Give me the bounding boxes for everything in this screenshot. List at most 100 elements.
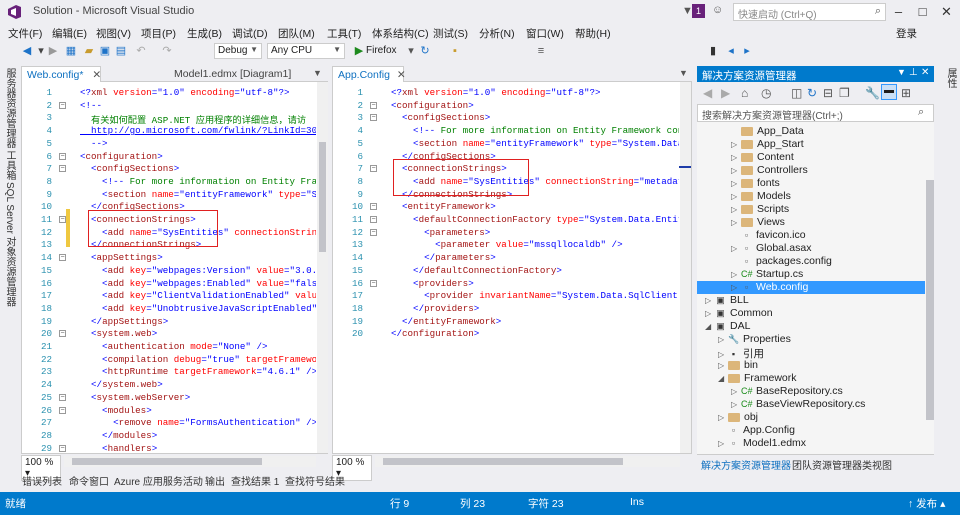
fold-toggle-icon[interactable]: − (370, 114, 377, 122)
menu-view[interactable]: 视图(V) (96, 26, 131, 41)
code-line[interactable]: <section name="entityFramework" type="Sy… (80, 189, 316, 200)
refresh-icon[interactable]: ↻ (418, 44, 432, 58)
menu-help[interactable]: 帮助(H) (575, 26, 611, 41)
expand-arrow-icon[interactable]: ▷ (718, 361, 728, 370)
code-line[interactable]: <defaultConnectionFactory type="System.D… (391, 214, 679, 225)
tab-web-config[interactable]: Web.config* ✕ (21, 66, 101, 82)
next-bookmark-icon[interactable]: ▸ (740, 44, 754, 58)
expand-arrow-icon[interactable]: ▷ (731, 192, 741, 201)
prev-bookmark-icon[interactable]: ◂ (724, 44, 738, 58)
undo-icon[interactable]: ↶ (134, 44, 148, 58)
code-line[interactable]: <configuration> (80, 151, 163, 162)
menu-tools[interactable]: 工具(T) (327, 26, 361, 41)
code-line[interactable]: <add key="ClientValidationEnabled" value… (80, 290, 316, 301)
code-line[interactable]: <entityFramework> (391, 201, 496, 212)
bookmark-icon[interactable]: ▮ (706, 44, 720, 58)
code-line[interactable]: <add key="webpages:Version" value="3.0.0… (80, 265, 316, 276)
pin-icon[interactable]: ⊥ (909, 67, 918, 78)
fold-toggle-icon[interactable]: − (370, 216, 377, 223)
code-line[interactable]: </system.web> (80, 379, 163, 390)
open-file-icon[interactable]: ▰ (82, 44, 96, 58)
expand-arrow-icon[interactable]: ▷ (718, 350, 728, 359)
code-line[interactable]: <add key="webpages:Enabled" value="false… (80, 278, 316, 289)
expand-arrow-icon[interactable]: ▷ (731, 400, 741, 409)
code-line[interactable]: --> (80, 138, 108, 149)
expand-arrow-icon[interactable]: ◢ (705, 322, 715, 331)
home-icon[interactable]: ⌂ (741, 86, 748, 100)
code-area[interactable]: 1 <?xml version="1.0" encoding="utf-8"?> 2… (333, 87, 679, 452)
expand-arrow-icon[interactable]: ▷ (731, 218, 741, 227)
tab-output[interactable]: 输出 (205, 473, 225, 488)
fold-toggle-icon[interactable]: − (59, 330, 66, 338)
code-line[interactable]: <modules> (80, 405, 152, 416)
fold-toggle-icon[interactable]: − (59, 216, 66, 223)
code-area[interactable]: 1 <?xml version="1.0" encoding="utf-8"?> 2… (22, 87, 316, 452)
code-line[interactable]: <system.webServer> (80, 392, 190, 403)
pending-changes-icon[interactable]: ◫ (791, 86, 802, 100)
tree-item[interactable]: ▷ ▪ 引用 (697, 346, 925, 360)
publish-button[interactable]: ↑ 发布 ▴ (908, 496, 945, 511)
expand-arrow-icon[interactable]: ◢ (718, 374, 728, 383)
tab-azure-activity[interactable]: Azure 应用服务活动 (114, 473, 203, 488)
close-icon[interactable]: ✕ (92, 69, 101, 81)
solution-tree-scrollbar[interactable] (926, 180, 934, 420)
fold-toggle-icon[interactable]: − (370, 165, 377, 173)
tree-item[interactable]: ▷ ▣ Common (697, 307, 925, 320)
tree-item[interactable]: ▷ App_Start (697, 138, 925, 151)
code-line[interactable]: </configuration> (391, 328, 479, 339)
back-icon[interactable]: ◀ (20, 44, 34, 58)
show-all-files-icon[interactable]: ❐ (839, 86, 850, 100)
fold-toggle-icon[interactable]: − (59, 406, 66, 414)
menu-build[interactable]: 生成(B) (187, 26, 222, 41)
new-project-icon[interactable]: ▦ (64, 44, 78, 58)
run-target-label[interactable]: Firefox (366, 45, 397, 56)
tab-find-symbol-results[interactable]: 查找符号结果 (285, 473, 345, 488)
scroll-thumb[interactable] (383, 458, 623, 465)
start-debug-icon[interactable]: ▶ (352, 44, 366, 58)
feedback-icon[interactable]: ☺ (712, 4, 723, 16)
dropdown-arrow-icon[interactable]: ▼ (897, 67, 906, 77)
scroll-thumb[interactable] (72, 458, 262, 465)
tab-command-window[interactable]: 命令窗口 (69, 473, 109, 488)
tree-item[interactable]: ▷ C# BaseViewRepository.cs (697, 398, 925, 411)
code-line[interactable]: <authentication mode="None" /> (80, 341, 267, 352)
expand-arrow-icon[interactable]: ▷ (731, 166, 741, 175)
fold-toggle-icon[interactable]: − (370, 279, 377, 287)
code-line[interactable]: </providers> (391, 303, 479, 314)
code-line[interactable]: <parameter value="mssqllocaldb" /> (391, 239, 623, 250)
close-icon[interactable]: ✕ (921, 67, 929, 78)
code-line[interactable]: <parameters> (391, 227, 490, 238)
fold-toggle-icon[interactable]: − (59, 152, 66, 160)
fold-toggle-icon[interactable]: − (370, 203, 377, 211)
tab-class-view[interactable]: 类视图 (862, 457, 892, 472)
menu-architecture[interactable]: 体系结构(C) (372, 26, 429, 41)
format-icon[interactable]: ≡ (534, 44, 548, 58)
code-line[interactable]: <configSections> (80, 163, 179, 174)
tree-item[interactable]: ▷ bin (697, 359, 925, 372)
tree-item[interactable]: ▷ Views (697, 216, 925, 229)
fold-toggle-icon[interactable]: − (59, 393, 66, 401)
code-line[interactable]: <configSections> (391, 112, 490, 123)
vertical-scrollbar[interactable] (317, 82, 328, 453)
menu-project[interactable]: 项目(P) (141, 26, 176, 41)
tree-item[interactable]: ◢ Framework (697, 372, 925, 385)
code-line[interactable]: </entityFramework> (391, 316, 501, 327)
fold-toggle-icon[interactable]: − (59, 254, 66, 262)
redo-icon[interactable]: ↷ (160, 44, 174, 58)
fold-toggle-icon[interactable]: − (370, 101, 377, 109)
tab-solution-explorer[interactable]: 解决方案资源管理器 (701, 457, 791, 472)
class-diagram-icon[interactable]: ⊞ (901, 86, 911, 100)
code-line[interactable]: <section name="entityFramework" type="Sy… (391, 138, 679, 149)
tree-item[interactable]: ▷ Content (697, 151, 925, 164)
tree-item[interactable]: ▷ Models (697, 190, 925, 203)
vertical-scrollbar[interactable] (680, 82, 691, 453)
expand-arrow-icon[interactable]: ▷ (731, 283, 741, 292)
tree-item[interactable]: ▷ Scripts (697, 203, 925, 216)
tab-team-explorer[interactable]: 团队资源管理器 (792, 457, 862, 472)
code-line[interactable]: <!-- For more information on Entity Fram… (391, 125, 679, 136)
code-line[interactable]: <?xml version="1.0" encoding="utf-8"?> (80, 87, 290, 98)
tree-item[interactable]: ▷ 🔧 Properties (697, 333, 925, 346)
code-line[interactable]: <appSettings> (80, 252, 163, 263)
server-explorer-tab[interactable]: 服务器资源管理器 (2, 68, 17, 148)
menu-window[interactable]: 窗口(W) (526, 26, 564, 41)
